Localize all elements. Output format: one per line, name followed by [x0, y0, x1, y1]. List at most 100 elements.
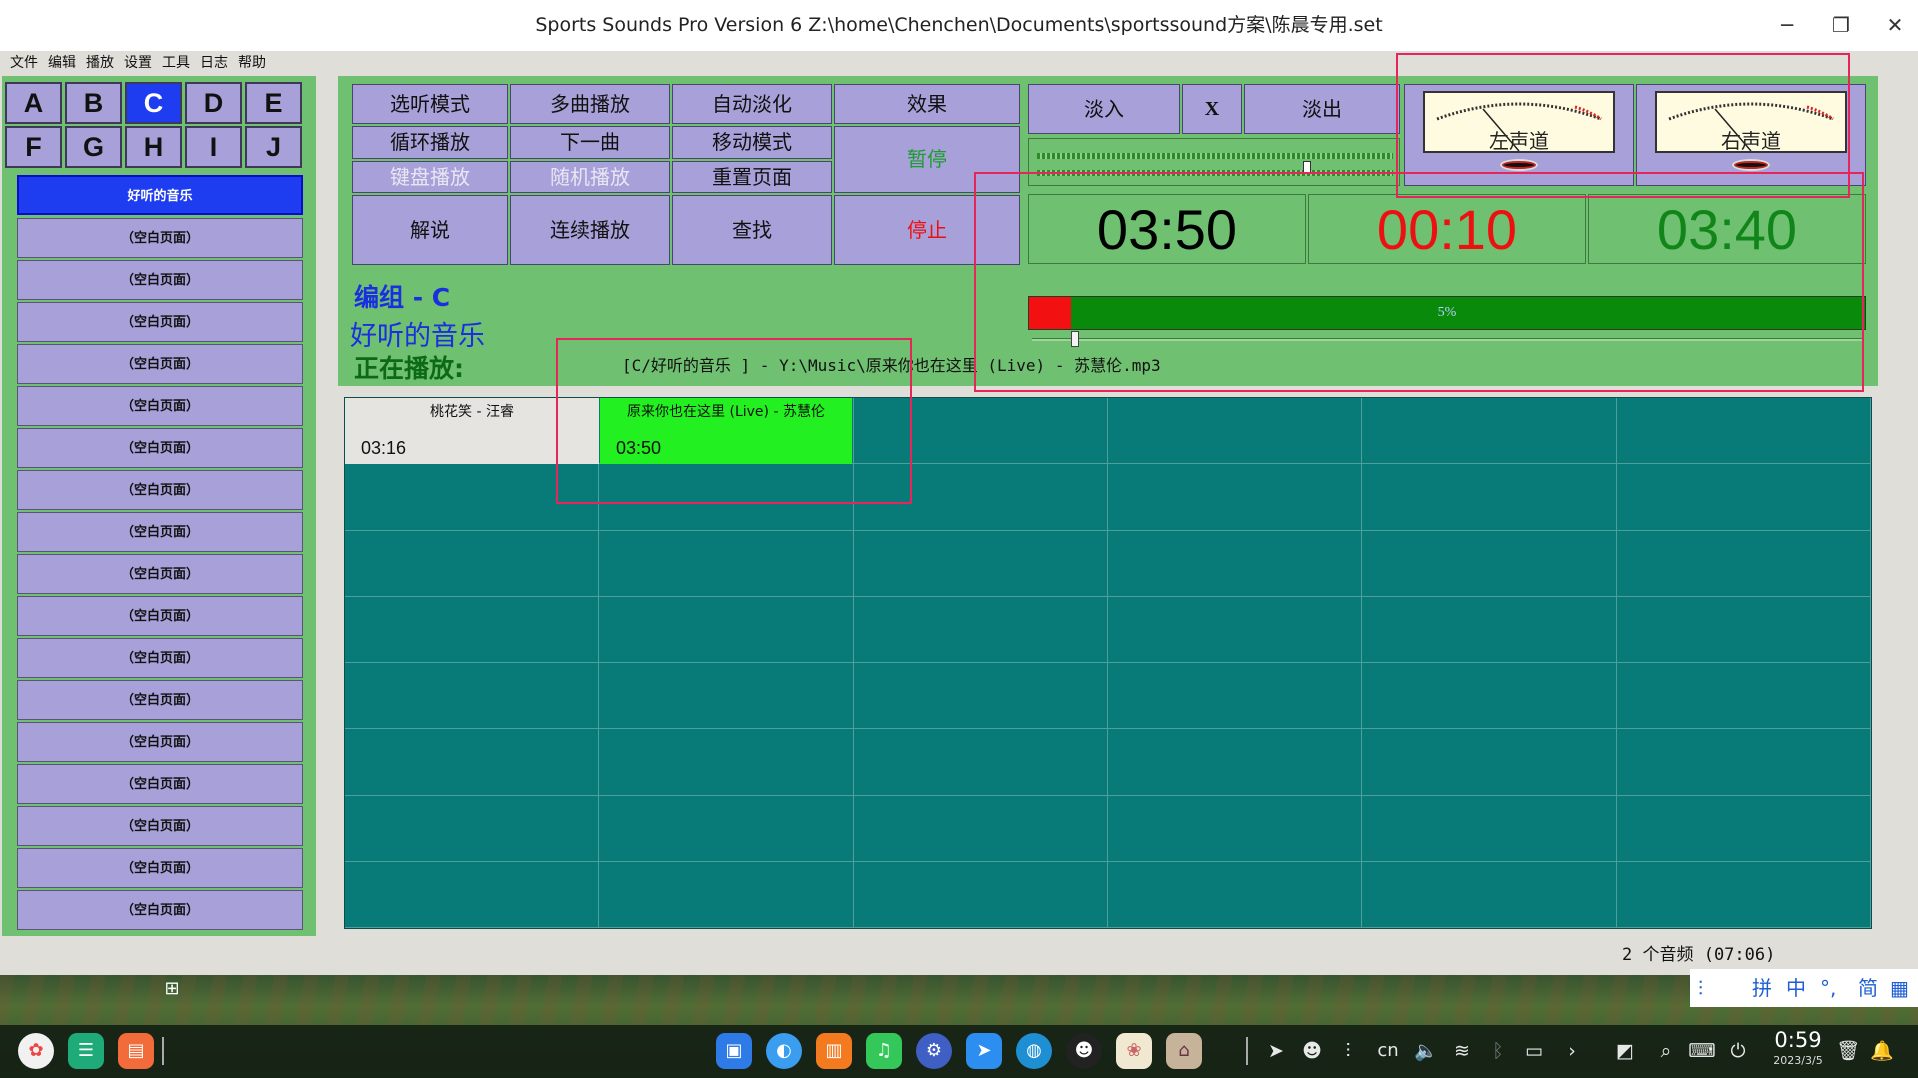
grid-cell[interactable] [1616, 663, 1871, 730]
ime-pinyin[interactable]: 拼 [1752, 969, 1772, 1007]
music-icon[interactable]: ♫ [866, 1033, 902, 1069]
nvidia-icon[interactable]: ◩ [1610, 1037, 1640, 1065]
next-track-button[interactable]: 下一曲 [510, 126, 670, 159]
menu-file[interactable]: 文件 [10, 51, 38, 75]
close-button[interactable]: ✕ [1878, 10, 1912, 40]
auto-fade-button[interactable]: 自动淡化 [672, 84, 832, 124]
feishu-icon[interactable]: ➤ [966, 1033, 1002, 1069]
page-item-empty[interactable]: （空白页面） [17, 596, 303, 636]
menu-log[interactable]: 日志 [200, 51, 228, 75]
grid-cell[interactable] [1362, 530, 1617, 597]
app-store-icon[interactable]: ▤ [118, 1033, 154, 1069]
letter-button-i[interactable]: I [185, 126, 242, 168]
ime-tray-icon[interactable]: ⫶ [1334, 1037, 1362, 1065]
letter-button-f[interactable]: F [5, 126, 62, 168]
grid-cell[interactable] [1108, 530, 1363, 597]
grid-cell[interactable] [345, 596, 600, 663]
letter-button-d[interactable]: D [185, 82, 242, 124]
grid-cell[interactable] [599, 530, 854, 597]
ime-chinese[interactable]: 中 [1786, 969, 1806, 1007]
page-item-empty[interactable]: （空白页面） [17, 890, 303, 930]
grid-cell[interactable] [1616, 596, 1871, 663]
page-item-empty[interactable]: （空白页面） [17, 848, 303, 888]
desktop-grid-icon[interactable]: ⊞ [162, 979, 182, 999]
power-icon[interactable]: ⏻ [1724, 1037, 1752, 1065]
grid-cell[interactable] [1362, 398, 1617, 465]
grid-cell[interactable] [1362, 663, 1617, 730]
grid-cell[interactable] [853, 663, 1108, 730]
page-item-empty[interactable]: （空白页面） [17, 470, 303, 510]
clock-date[interactable]: 2023/3/5 [1762, 1054, 1834, 1067]
browser-icon[interactable]: ◐ [766, 1033, 802, 1069]
grid-cell[interactable] [1616, 464, 1871, 531]
image-viewer-icon[interactable]: ❀ [1116, 1033, 1152, 1069]
grid-cell[interactable] [1362, 596, 1617, 663]
battery-icon[interactable]: ▭ [1520, 1037, 1548, 1065]
effects-button[interactable]: 效果 [834, 84, 1020, 124]
grid-cell[interactable] [1616, 530, 1871, 597]
page-item-empty[interactable]: （空白页面） [17, 722, 303, 762]
grid-cell[interactable] [599, 596, 854, 663]
grid-cell[interactable] [345, 729, 600, 796]
grid-cell[interactable] [1362, 861, 1617, 928]
page-item-empty[interactable]: （空白页面） [17, 806, 303, 846]
letter-button-e[interactable]: E [245, 82, 302, 124]
grid-cell[interactable] [1362, 795, 1617, 862]
page-item-empty[interactable]: （空白页面） [17, 344, 303, 384]
page-item-empty[interactable]: （空白页面） [17, 218, 303, 258]
grid-cell[interactable] [1362, 729, 1617, 796]
ime-simplified[interactable]: 简 [1858, 969, 1878, 1007]
page-item-empty[interactable]: （空白页面） [17, 764, 303, 804]
grid-cell[interactable] [1616, 398, 1871, 465]
grid-cell[interactable] [1108, 596, 1363, 663]
house-icon[interactable]: ⌂ [1166, 1033, 1202, 1069]
grid-cell[interactable] [1108, 663, 1363, 730]
launcher-icon[interactable]: ✿ [18, 1033, 54, 1069]
trash-icon[interactable]: 🗑 [1834, 1037, 1862, 1065]
fade-in-button[interactable]: 淡入 [1028, 84, 1180, 134]
grid-cell[interactable] [853, 729, 1108, 796]
page-item-empty[interactable]: （空白页面） [17, 512, 303, 552]
grid-cell[interactable] [1108, 464, 1363, 531]
grid-cell[interactable] [1362, 464, 1617, 531]
letter-button-h[interactable]: H [125, 126, 182, 168]
files-icon[interactable]: ☰ [68, 1033, 104, 1069]
keyboard-play-button[interactable]: 键盘播放 [352, 161, 508, 193]
grid-cell[interactable] [853, 530, 1108, 597]
reset-page-button[interactable]: 重置页面 [672, 161, 832, 193]
language-indicator[interactable]: cn [1372, 1037, 1404, 1065]
page-item-empty[interactable]: （空白页面） [17, 638, 303, 678]
grid-cell[interactable] [599, 729, 854, 796]
ime-menu-icon[interactable]: ▦ [1890, 969, 1909, 1007]
letter-button-b[interactable]: B [65, 82, 122, 124]
grid-cell[interactable] [853, 596, 1108, 663]
ime-punctuation[interactable]: °, [1820, 969, 1836, 1007]
grid-cell[interactable] [1108, 398, 1363, 465]
qq-tray-icon[interactable]: ☻ [1298, 1037, 1326, 1065]
continuous-play-button[interactable]: 连续播放 [510, 195, 670, 265]
restore-button[interactable]: ❐ [1824, 10, 1858, 40]
search-icon[interactable]: ⌕ [1652, 1037, 1680, 1065]
page-item-empty[interactable]: （空白页面） [17, 260, 303, 300]
minimize-button[interactable]: ─ [1770, 10, 1804, 40]
page-item-empty[interactable]: （空白页面） [17, 386, 303, 426]
grid-cell[interactable] [1616, 729, 1871, 796]
grid-cell[interactable] [1108, 795, 1363, 862]
keyboard-icon[interactable]: ⌨ [1688, 1037, 1716, 1065]
grid-cell[interactable] [599, 663, 854, 730]
store-icon[interactable]: ▥ [816, 1033, 852, 1069]
page-item-empty[interactable]: （空白页面） [17, 554, 303, 594]
menu-settings[interactable]: 设置 [124, 51, 152, 75]
grid-cell[interactable] [345, 861, 600, 928]
commentary-button[interactable]: 解说 [352, 195, 508, 265]
grid-cell[interactable] [853, 795, 1108, 862]
cancel-fade-button[interactable]: X [1182, 84, 1242, 134]
grid-cell[interactable] [853, 861, 1108, 928]
grid-cell[interactable] [1108, 729, 1363, 796]
audition-mode-button[interactable]: 选听模式 [352, 84, 508, 124]
page-item-empty[interactable]: （空白页面） [17, 680, 303, 720]
fade-out-button[interactable]: 淡出 [1244, 84, 1400, 134]
loop-play-button[interactable]: 循环播放 [352, 126, 508, 159]
bluetooth-icon[interactable]: ᛒ [1484, 1037, 1512, 1065]
multi-play-button[interactable]: 多曲播放 [510, 84, 670, 124]
